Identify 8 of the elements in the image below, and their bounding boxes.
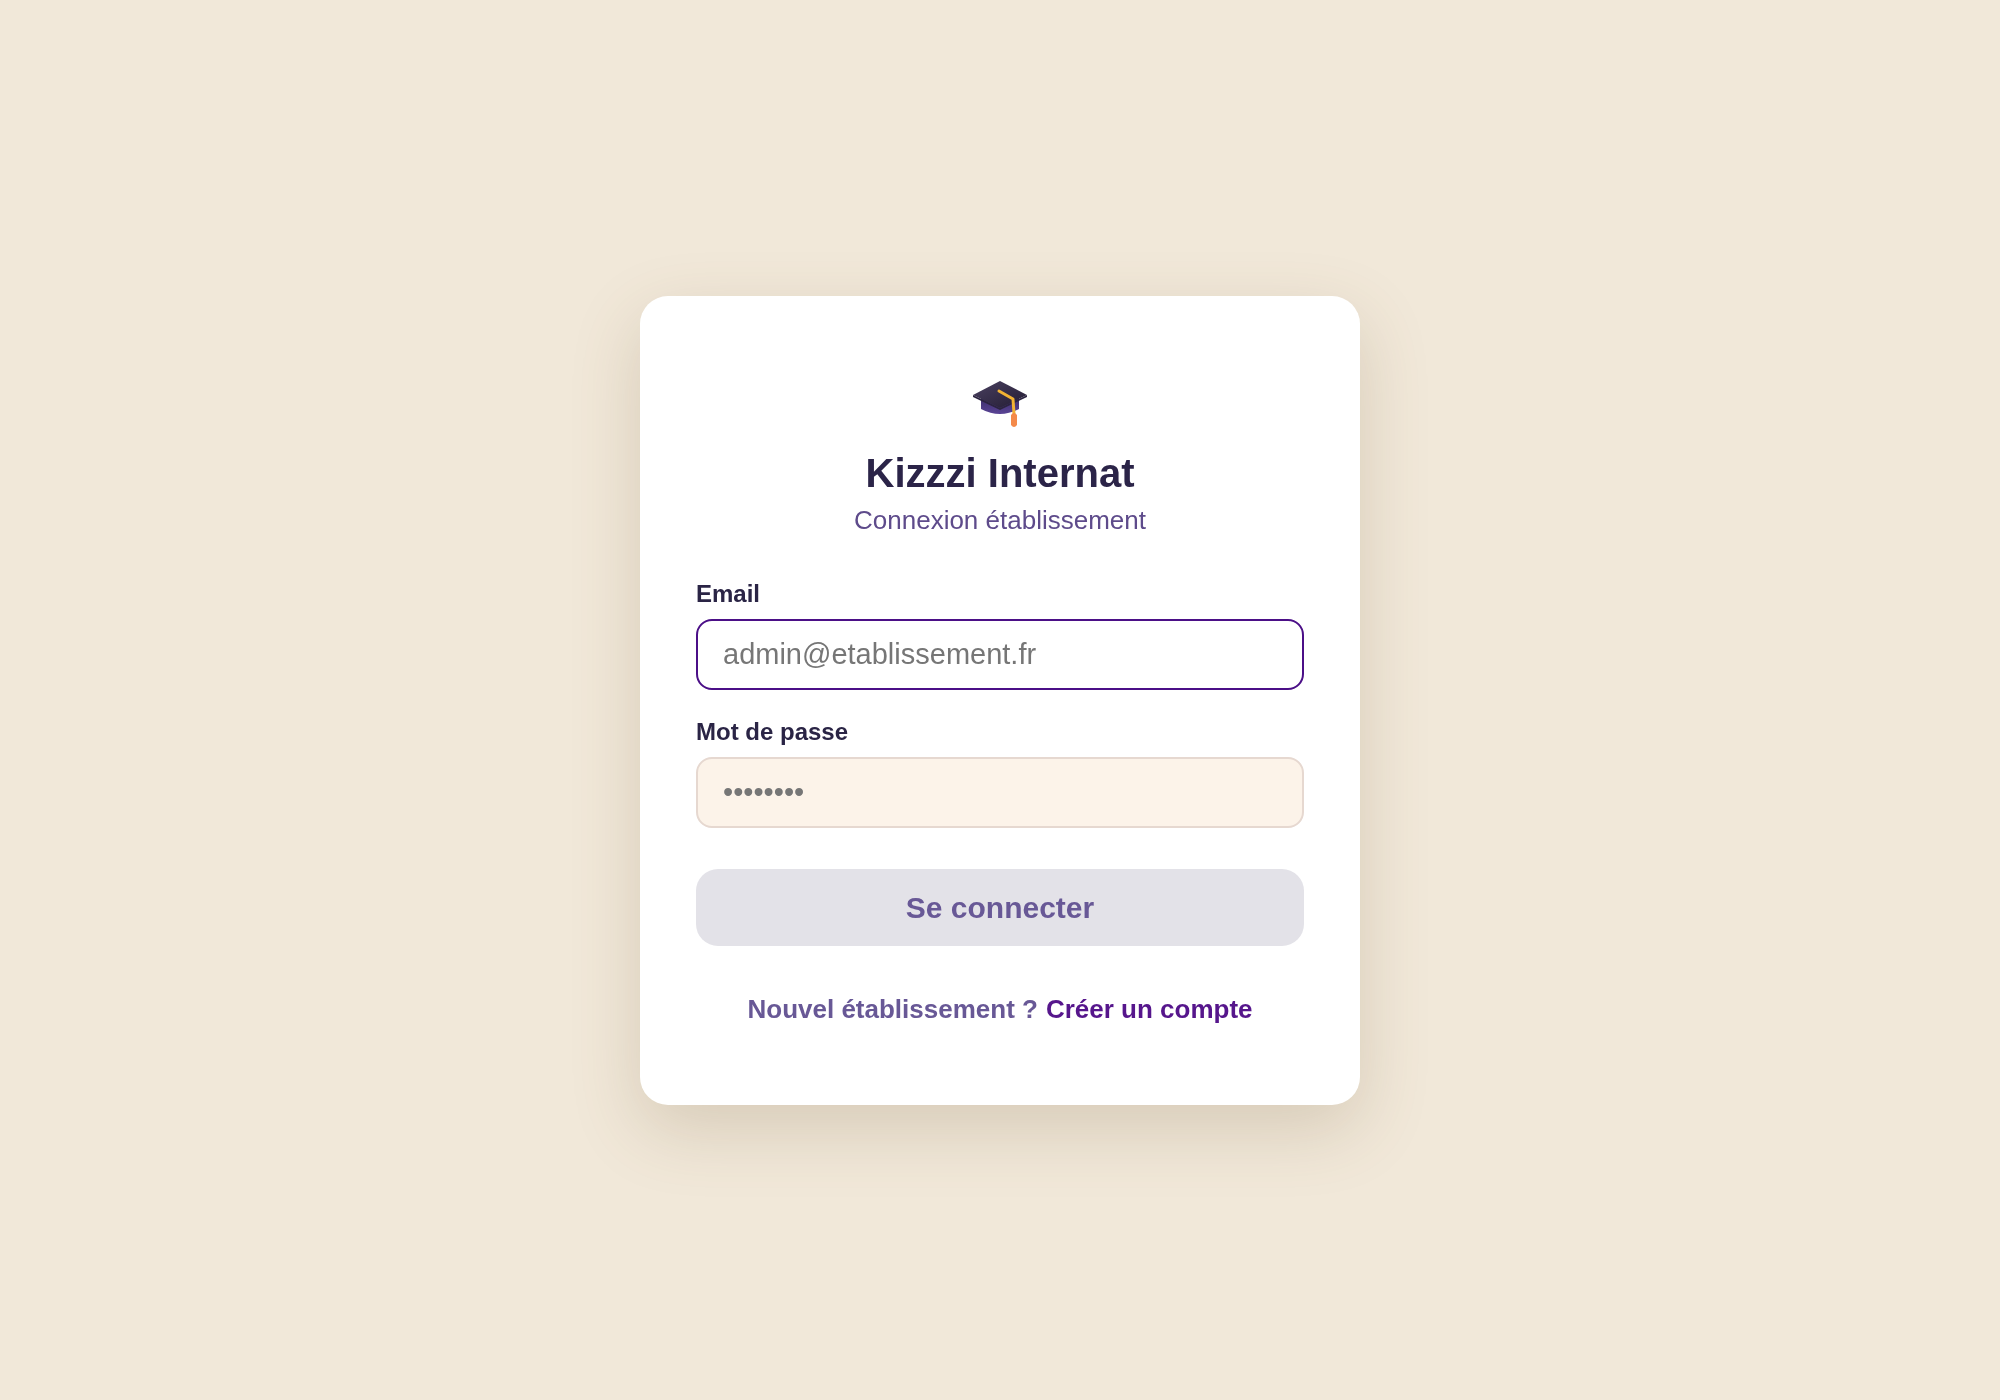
email-field[interactable]: admin@etablissement.fr (696, 618, 1304, 690)
login-subtitle: Connexion établissement (854, 503, 1146, 536)
field-label: Mot de passe (696, 716, 849, 747)
field-label: Email (696, 578, 761, 609)
app-title: Kizzzi Internat (865, 449, 1135, 497)
signup-prompt: Nouvel établissement ? (747, 992, 1038, 1025)
create-account-link[interactable]: Créer un compte (1045, 992, 1253, 1025)
password-field[interactable]: •••••••• (696, 756, 1304, 828)
